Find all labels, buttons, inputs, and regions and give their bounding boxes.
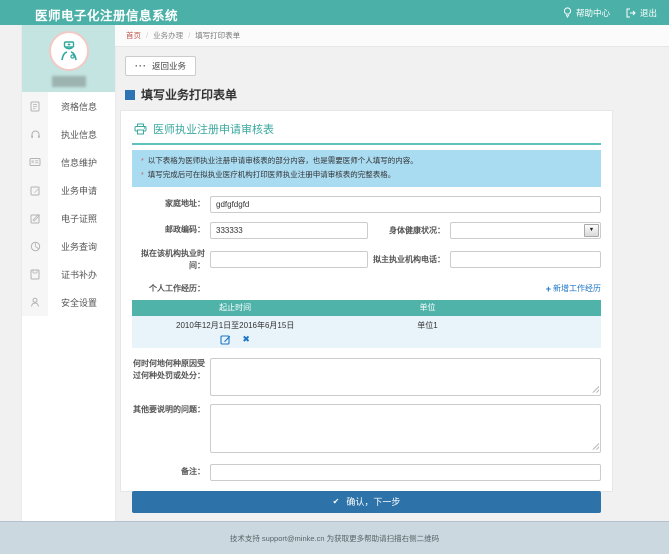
avatar [49, 31, 89, 71]
plus-icon: + [546, 284, 551, 294]
sidebar-item-practice[interactable]: 执业信息 [22, 120, 115, 148]
breadcrumb-home[interactable]: 首页 [126, 30, 141, 41]
app-header: 医师电子化注册信息系统 帮助中心 退出 [0, 0, 669, 25]
footer-text: 技术支持 support@minke.cn 为获取更多帮助请扫描右侧二维码 [230, 533, 439, 544]
sidebar-item-cert-reissue[interactable]: 证书补办 [22, 260, 115, 288]
practice-time-input[interactable] [210, 251, 368, 268]
sidebar-item-qualification[interactable]: 资格信息 [22, 92, 115, 120]
breadcrumb-current: 填写打印表单 [195, 30, 240, 41]
confirm-next-button[interactable]: ✔ 确认，下一步 [132, 491, 601, 513]
postal-code-input[interactable] [210, 222, 368, 239]
breadcrumb: 首页 / 业务办理 / 填写打印表单 [115, 25, 669, 47]
headset-icon [22, 129, 48, 140]
sidebar-item-security[interactable]: 安全设置 [22, 288, 115, 316]
chevron-down-icon[interactable]: ▼ [584, 224, 599, 237]
remark-label: 备注： [132, 466, 210, 478]
sidebar-item-e-license[interactable]: 电子证照 [22, 204, 115, 232]
delete-icon[interactable]: ✖ [242, 334, 250, 345]
sidebar-item-business-query[interactable]: 业务查询 [22, 232, 115, 260]
org-phone-label: 拟主执业机构电话： [368, 254, 450, 265]
sidebar-menu: 资格信息 执业信息 信息维护 业务申请 电子证照 业务查询 证书补办 安全设置 [22, 92, 115, 316]
document-icon [22, 101, 48, 112]
ellipsis-icon: ··· [135, 62, 147, 71]
other-issues-textarea[interactable] [210, 404, 601, 453]
work-history-label: 个人工作经历： [132, 283, 210, 295]
period-value: 2010年12月1日至2016年6月15日 [132, 320, 338, 331]
info-notes: *以下表格为医师执业注册申请审核表的部分内容，也是需要医师个人填写的内容。 *填… [132, 150, 601, 187]
pie-icon [22, 241, 48, 252]
sidebar-item-info-maintain[interactable]: 信息维护 [22, 148, 115, 176]
back-to-business-button[interactable]: ··· 返回业务 [125, 56, 196, 76]
home-address-label: 家庭地址： [132, 198, 210, 210]
page-title: 填写业务打印表单 [125, 86, 237, 103]
title-square-icon [125, 90, 135, 100]
add-work-history-link[interactable]: + 新增工作经历 [546, 283, 601, 294]
footer: 技术支持 support@minke.cn 为获取更多帮助请扫描右侧二维码 [0, 521, 669, 554]
edit-icon[interactable] [220, 334, 231, 345]
help-center-link[interactable]: 帮助中心 [563, 7, 610, 19]
sidebar-profile [22, 25, 115, 92]
org-phone-input[interactable] [450, 251, 601, 268]
person-icon [22, 297, 48, 308]
punishment-label: 何时何地何种原因受过何种处罚或处分： [132, 358, 210, 382]
user-name-redacted [52, 76, 86, 87]
postal-code-label: 邮政编码： [132, 224, 210, 236]
check-icon: ✔ [333, 497, 340, 506]
app-title: 医师电子化注册信息系统 [35, 5, 178, 24]
doctor-icon [57, 39, 81, 63]
health-status-label: 身体健康状况： [368, 225, 450, 236]
remark-input[interactable] [210, 464, 601, 481]
practice-time-label: 拟在该机构执业时间： [132, 248, 210, 272]
col-unit: 单位 [338, 300, 516, 316]
book-icon [22, 269, 48, 280]
form-title: 医师执业注册申请审核表 [153, 121, 274, 137]
bullet-icon: * [141, 155, 144, 168]
bullet-icon: * [141, 169, 144, 182]
table-row: 2010年12月1日至2016年6月15日 ✖ 单位1 [132, 316, 601, 348]
logout-link[interactable]: 退出 [626, 7, 657, 19]
home-address-input[interactable] [210, 196, 601, 213]
health-status-select[interactable]: ▼ [450, 222, 601, 239]
punishment-textarea[interactable] [210, 358, 601, 396]
logout-icon [626, 8, 636, 18]
unit-value: 单位1 [338, 316, 516, 348]
edit-icon [22, 185, 48, 196]
sidebar-item-business-apply[interactable]: 业务申请 [22, 176, 115, 204]
idcard-icon [22, 157, 48, 167]
sidebar: 资格信息 执业信息 信息维护 业务申请 电子证照 业务查询 证书补办 安全设置 [22, 25, 115, 521]
work-history-table: 起止时间 单位 2010年12月1日至2016年6月15日 ✖ 单位1 [132, 300, 601, 348]
col-period: 起止时间 [132, 300, 338, 316]
help-icon [563, 7, 572, 18]
form-panel-header: 医师执业注册申请审核表 [132, 118, 601, 145]
form-panel: 医师执业注册申请审核表 *以下表格为医师执业注册申请审核表的部分内容，也是需要医… [120, 110, 613, 492]
breadcrumb-business[interactable]: 业务办理 [153, 30, 183, 41]
printer-icon [134, 123, 147, 135]
license-icon [22, 213, 48, 224]
other-issues-label: 其他要说明的问题： [132, 404, 210, 416]
